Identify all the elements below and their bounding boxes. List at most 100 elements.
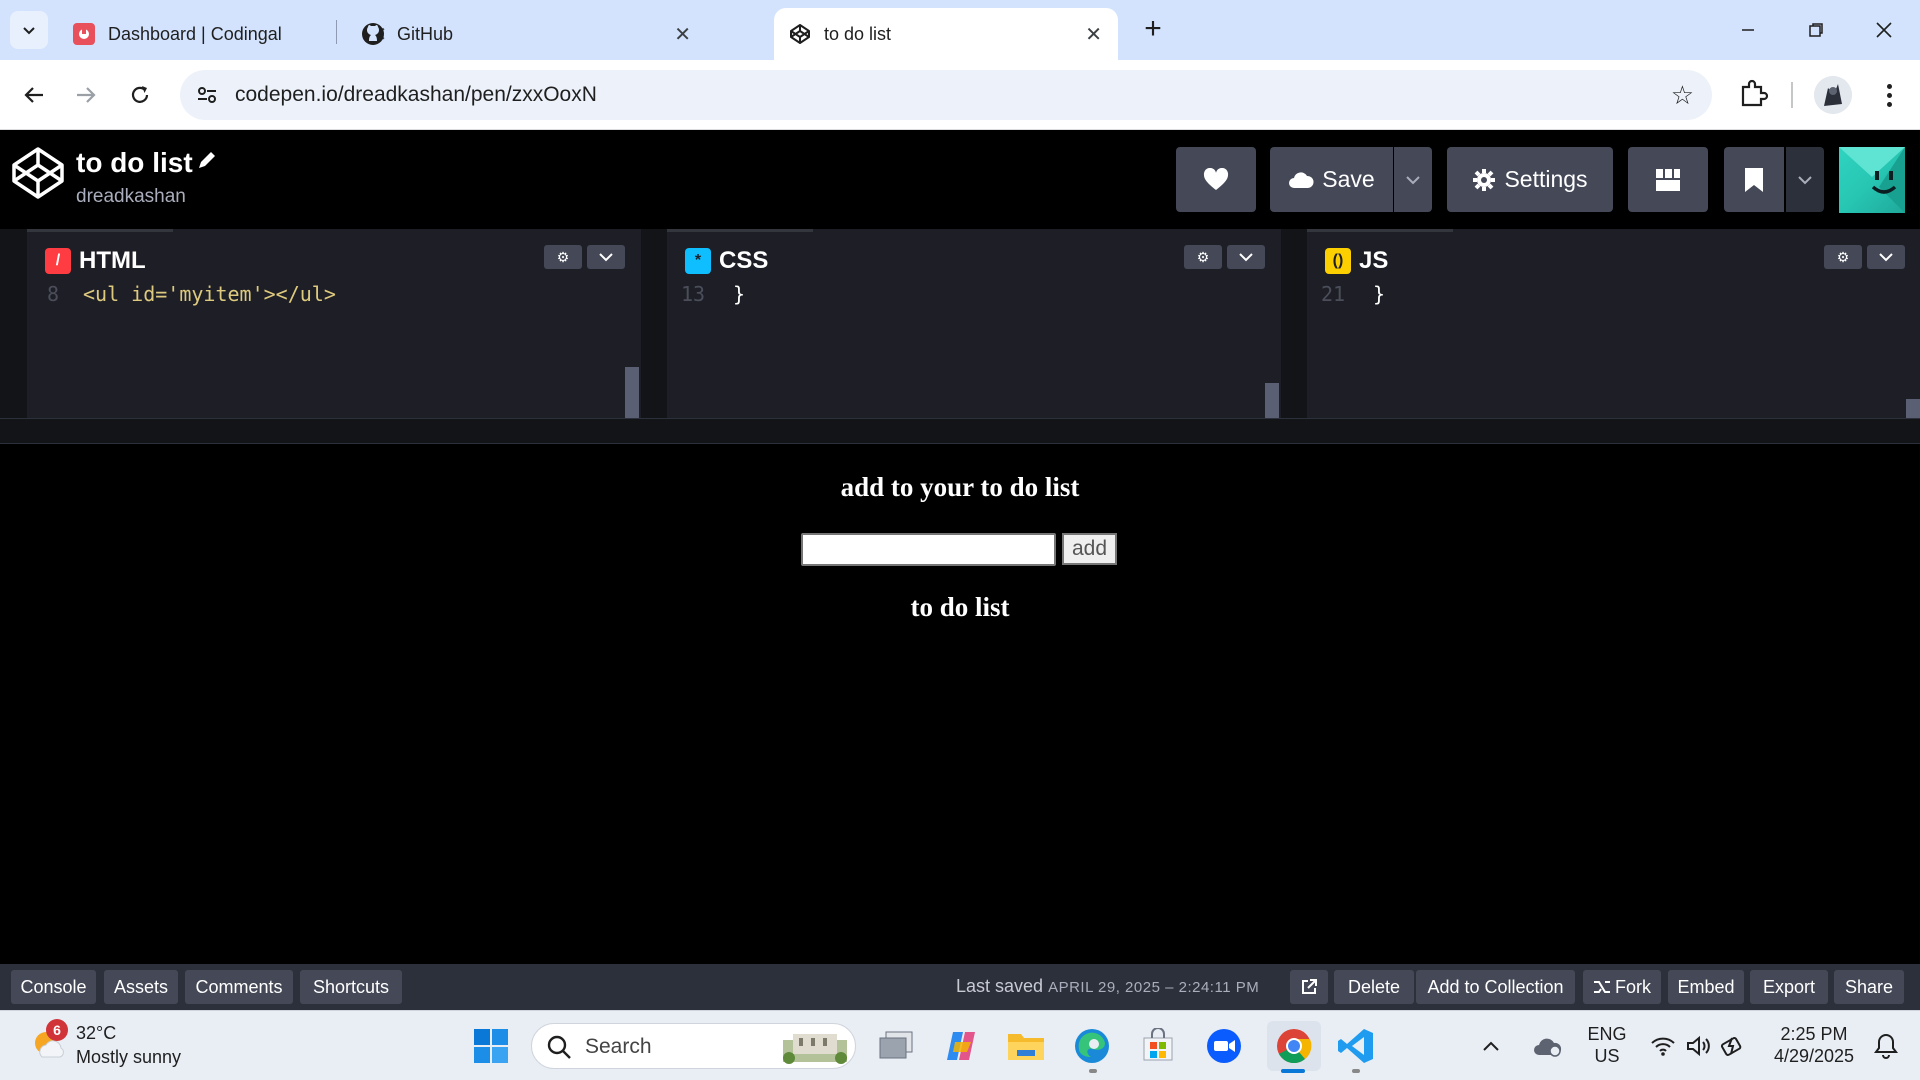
love-button[interactable] — [1176, 147, 1256, 212]
editors-panel: / HTML ⚙ 8 <ul id='myitem'></ul> * CSS ⚙ … — [0, 229, 1920, 418]
css-editor[interactable]: * CSS ⚙ 13} — [667, 229, 1281, 418]
close-window-button[interactable] — [1854, 10, 1914, 50]
extensions-button[interactable] — [1735, 77, 1771, 113]
html-settings-button[interactable]: ⚙ — [544, 245, 582, 269]
share-button[interactable]: Share — [1834, 970, 1904, 1004]
js-editor[interactable]: () JS ⚙ 21} — [1307, 229, 1920, 418]
copilot-button[interactable] — [938, 1023, 984, 1069]
restore-button[interactable] — [1786, 10, 1846, 50]
onedrive-button[interactable] — [1523, 1023, 1573, 1069]
code-text: } — [733, 282, 746, 306]
gear-icon: ⚙ — [1836, 248, 1850, 265]
taskbar-search[interactable]: Search — [531, 1023, 856, 1069]
system-tray-quick-settings[interactable] — [1642, 1023, 1752, 1069]
delete-button[interactable]: Delete — [1334, 970, 1414, 1004]
chrome-active-indicator — [1281, 1069, 1305, 1073]
minimize-button[interactable] — [1718, 10, 1778, 50]
chevron-down-icon — [23, 27, 35, 35]
region-code: US — [1594, 1046, 1620, 1066]
language-indicator[interactable]: ENG US — [1582, 1023, 1632, 1067]
html-editor-tab[interactable]: / HTML — [27, 229, 173, 285]
puzzle-icon — [1741, 79, 1769, 107]
editor-divider[interactable] — [1281, 229, 1307, 418]
forward-button[interactable] — [66, 75, 106, 115]
user-avatar[interactable] — [1839, 147, 1905, 213]
html-editor[interactable]: / HTML ⚙ 8 <ul id='myitem'></ul> — [27, 229, 641, 418]
open-external-button[interactable] — [1290, 970, 1328, 1004]
fork-icon — [1594, 981, 1610, 993]
save-button[interactable]: Save — [1270, 147, 1393, 212]
console-button[interactable]: Console — [11, 970, 96, 1004]
dot — [1886, 101, 1892, 107]
css-collapse-button[interactable] — [1227, 245, 1265, 269]
shortcuts-button[interactable]: Shortcuts — [300, 970, 402, 1004]
editor-scrollbar[interactable] — [625, 367, 639, 418]
bookmark-options-button[interactable] — [1786, 147, 1824, 212]
js-editor-tab[interactable]: () JS — [1307, 229, 1453, 285]
browser-menu-button[interactable] — [1874, 77, 1904, 113]
editor-name: HTML — [79, 247, 146, 274]
editor-divider[interactable] — [641, 229, 667, 418]
edge-button[interactable] — [1069, 1023, 1115, 1069]
save-options-button[interactable] — [1394, 147, 1432, 212]
site-info-icon[interactable] — [194, 82, 220, 108]
reload-icon — [131, 86, 149, 103]
new-tab-button[interactable]: + — [1135, 12, 1171, 48]
change-view-button[interactable] — [1628, 147, 1708, 212]
start-button[interactable] — [468, 1023, 514, 1069]
chrome-button[interactable] — [1267, 1021, 1321, 1071]
pen-author[interactable]: dreadkashan — [76, 186, 186, 208]
editor-preview-resizer[interactable] — [0, 418, 1920, 444]
notification-center-button[interactable] — [1866, 1023, 1906, 1069]
back-button[interactable] — [14, 75, 54, 115]
editor-scrollbar[interactable] — [1265, 383, 1279, 418]
settings-button[interactable]: Settings — [1447, 147, 1613, 212]
close-tab-icon[interactable]: ✕ — [674, 22, 691, 47]
bookmark-star-icon[interactable]: ☆ — [1671, 80, 1694, 111]
fork-button[interactable]: Fork — [1583, 970, 1661, 1004]
tab-title: GitHub — [397, 23, 454, 44]
bookmark-button[interactable] — [1724, 147, 1784, 212]
browser-tab-github[interactable]: GitHub ✕ — [347, 8, 767, 60]
code-line[interactable]: 21} — [1321, 282, 1385, 306]
edit-title-pencil-icon[interactable] — [196, 149, 220, 173]
browser-tab-todo[interactable]: to do list ✕ — [774, 8, 1118, 60]
smiley-avatar-icon — [1839, 147, 1905, 213]
task-view-button[interactable] — [873, 1023, 919, 1069]
arrow-left-icon — [24, 87, 43, 103]
css-settings-button[interactable]: ⚙ — [1184, 245, 1222, 269]
todo-input[interactable] — [801, 533, 1056, 566]
profile-avatar[interactable] — [1814, 76, 1852, 114]
codepen-logo-icon[interactable] — [10, 145, 66, 201]
address-bar[interactable]: codepen.io/dreadkashan/pen/zxxOoxN ☆ — [180, 70, 1712, 120]
windows-logo-icon — [474, 1029, 508, 1063]
code-line[interactable]: 13} — [681, 282, 745, 306]
add-button[interactable]: add — [1062, 533, 1117, 565]
js-collapse-button[interactable] — [1867, 245, 1905, 269]
microsoft-store-button[interactable] — [1135, 1023, 1181, 1069]
assets-button[interactable]: Assets — [104, 970, 178, 1004]
codepen-header: to do list dreadkashan Save Settings — [0, 131, 1920, 229]
close-tab-icon[interactable]: ✕ — [1085, 22, 1102, 47]
show-hidden-icons-button[interactable] — [1476, 1023, 1506, 1069]
editor-scrollbar[interactable] — [1906, 399, 1920, 418]
search-placeholder: Search — [585, 1035, 652, 1058]
address-url[interactable]: codepen.io/dreadkashan/pen/zxxOoxN — [235, 83, 597, 107]
chevron-down-icon — [1406, 175, 1420, 184]
last-saved-status: Last saved APRIL 29, 2025 – 2:24:11 PM — [956, 976, 1259, 997]
file-explorer-button[interactable] — [1003, 1023, 1049, 1069]
css-editor-tab[interactable]: * CSS — [667, 229, 813, 285]
export-button[interactable]: Export — [1750, 970, 1828, 1004]
html-collapse-button[interactable] — [587, 245, 625, 269]
reload-button[interactable] — [120, 75, 160, 115]
clock[interactable]: 2:25 PM 4/29/2025 — [1768, 1023, 1860, 1067]
vscode-button[interactable] — [1333, 1023, 1379, 1069]
pen-title[interactable]: to do list — [76, 147, 193, 179]
code-line[interactable]: 8 <ul id='myitem'></ul> — [47, 282, 336, 306]
comments-button[interactable]: Comments — [185, 970, 293, 1004]
js-settings-button[interactable]: ⚙ — [1824, 245, 1862, 269]
tab-search-button[interactable] — [10, 11, 48, 49]
embed-button[interactable]: Embed — [1668, 970, 1744, 1004]
add-to-collection-button[interactable]: Add to Collection — [1416, 970, 1575, 1004]
zoom-button[interactable] — [1201, 1023, 1247, 1069]
